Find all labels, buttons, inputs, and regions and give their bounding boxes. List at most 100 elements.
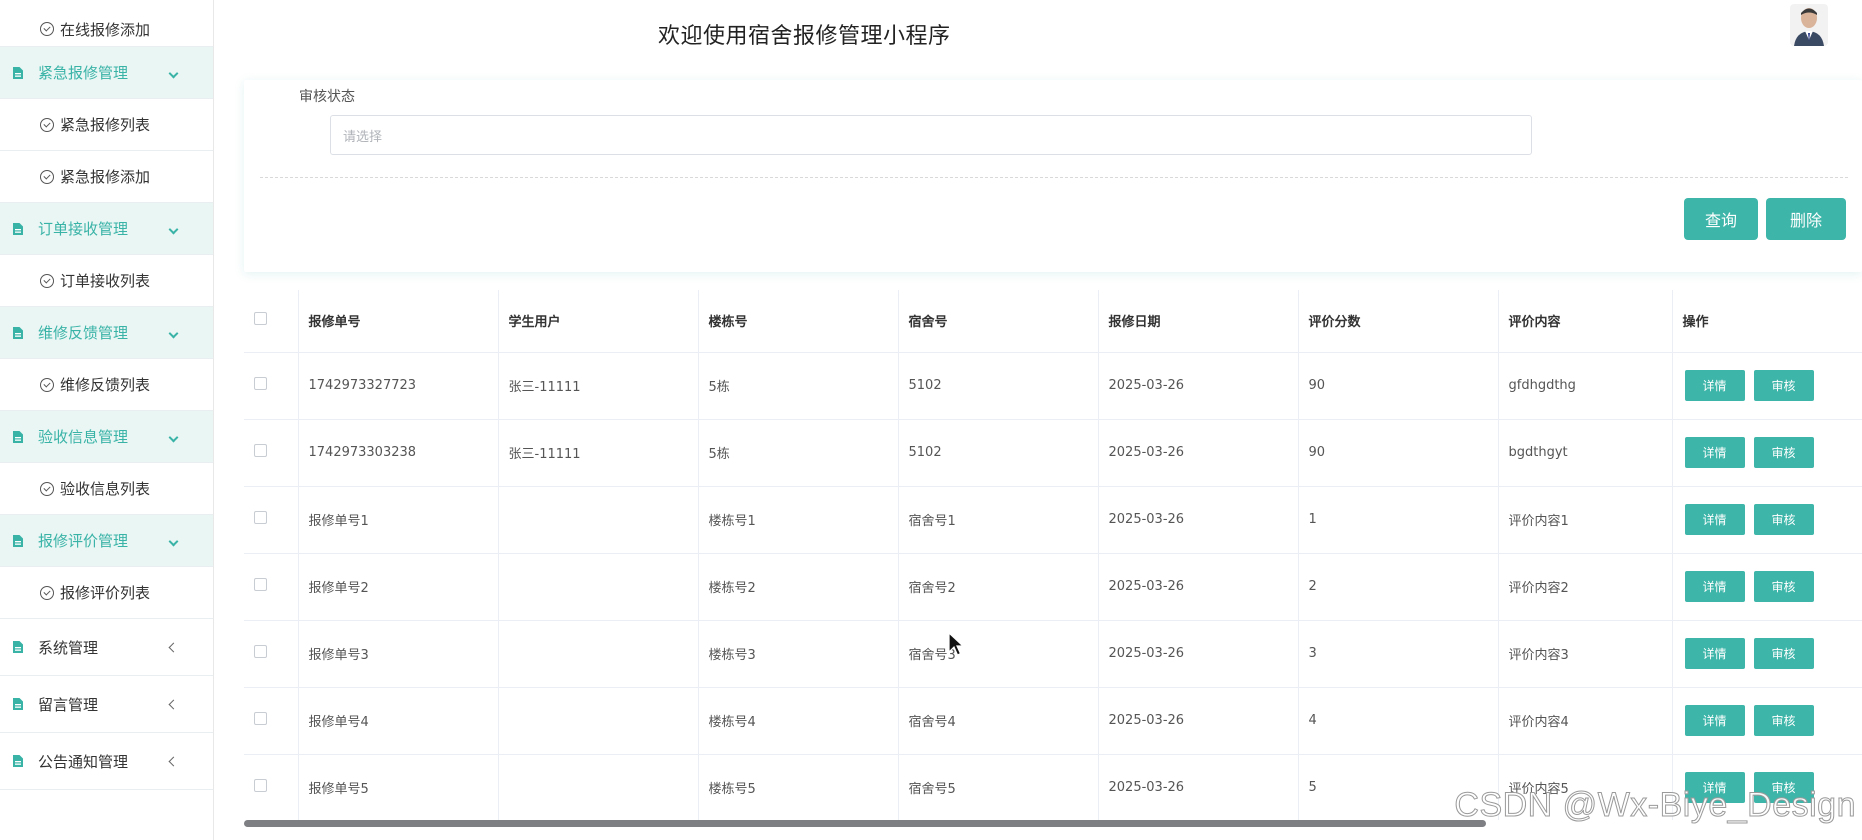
sidebar-group[interactable]: 维修反馈管理 (0, 307, 213, 359)
row-checkbox[interactable] (254, 511, 267, 524)
sidebar-group[interactable]: 紧急报修管理 (0, 47, 213, 99)
sidebar-subitem[interactable]: 紧急报修列表 (0, 99, 213, 151)
cell-date: 2025-03-26 (1098, 620, 1299, 688)
detail-button[interactable]: 详情 (1684, 437, 1745, 468)
sidebar-subitem[interactable]: 紧急报修添加 (0, 151, 213, 203)
cell-room: 宿舍号5 (898, 754, 1099, 820)
sidebar-group[interactable]: 系统管理 (0, 619, 213, 676)
check-circle-icon (40, 117, 54, 132)
check-circle-icon (40, 22, 54, 36)
row-checkbox[interactable] (254, 712, 267, 725)
column-header: 操作 (1672, 290, 1862, 353)
table-row[interactable]: 报修单号1 楼栋号1 宿舍号1 2025-03-26 1 评价内容1 详情 审核 (244, 486, 1862, 554)
audit-button[interactable]: 审核 (1753, 504, 1814, 535)
sidebar-subitem-label: 紧急报修添加 (60, 168, 151, 186)
chevron-left-icon (168, 640, 179, 654)
cell-building: 楼栋号4 (698, 687, 899, 755)
sidebar-item-partial[interactable] (0, 0, 213, 12)
row-select-cell (244, 352, 299, 420)
file-icon (12, 430, 24, 444)
cell-content: 评价内容2 (1498, 553, 1673, 621)
cell-student: 张三-11111 (498, 352, 699, 420)
chevron-down-icon (168, 534, 179, 548)
file-icon (12, 754, 24, 768)
row-select-cell (244, 553, 299, 621)
chevron-left-icon (168, 754, 179, 768)
cell-room: 5102 (898, 419, 1099, 487)
sidebar-group-label: 验收信息管理 (38, 428, 129, 446)
mouse-cursor-icon (948, 632, 964, 656)
cell-date: 2025-03-26 (1098, 687, 1299, 755)
row-checkbox[interactable] (254, 779, 267, 792)
audit-button[interactable]: 审核 (1753, 705, 1814, 736)
sidebar-subitem-label: 在线报修添加 (60, 20, 151, 39)
row-checkbox[interactable] (254, 377, 267, 390)
sidebar-group[interactable]: 留言管理 (0, 676, 213, 733)
row-checkbox[interactable] (254, 444, 267, 457)
cell-date: 2025-03-26 (1098, 553, 1299, 621)
cell-date: 2025-03-26 (1098, 419, 1299, 487)
status-select[interactable]: 请选择 (330, 115, 1532, 155)
sidebar-subitem[interactable]: 维修反馈列表 (0, 359, 213, 411)
row-checkbox[interactable] (254, 578, 267, 591)
detail-button[interactable]: 详情 (1684, 705, 1745, 736)
sidebar-group[interactable]: 验收信息管理 (0, 411, 213, 463)
sidebar-subitem[interactable]: 在线报修添加 (0, 12, 213, 47)
sidebar-group[interactable]: 报修评价管理 (0, 515, 213, 567)
status-select-placeholder: 请选择 (343, 129, 383, 145)
column-header: 楼栋号 (698, 290, 899, 353)
sidebar-subitem[interactable]: 验收信息列表 (0, 463, 213, 515)
cell-content: gfdhgdthg (1498, 352, 1673, 420)
delete-button[interactable]: 删除 (1766, 198, 1846, 240)
chevron-down-icon (168, 66, 179, 80)
cell-room: 宿舍号4 (898, 687, 1099, 755)
sidebar-group[interactable]: 公告通知管理 (0, 733, 213, 790)
chevron-left-icon (168, 697, 179, 711)
table-row[interactable]: 1742973327723 张三-11111 5栋 5102 2025-03-26 90 g… (244, 352, 1862, 420)
cell-order-no: 报修单号2 (298, 553, 499, 621)
select-all-checkbox[interactable] (254, 312, 267, 326)
audit-button[interactable]: 审核 (1753, 370, 1814, 401)
top-header: 欢迎使用宿舍报修管理小程序 (214, 0, 1862, 66)
sidebar-subitem-label: 维修反馈列表 (60, 376, 151, 394)
sidebar-subitem-label: 紧急报修列表 (60, 116, 151, 134)
data-table: 报修单号 学生用户 楼栋号 宿舍号 报修日期 评价分数 评价内容 操作 17429733277… (244, 290, 1862, 820)
audit-button[interactable]: 审核 (1753, 638, 1814, 669)
chevron-down-icon (168, 326, 179, 340)
sidebar-group-label: 订单接收管理 (38, 220, 129, 238)
status-filter-label: 审核状态 (299, 89, 355, 105)
user-avatar[interactable] (1790, 4, 1828, 46)
cell-room: 宿舍号1 (898, 486, 1099, 554)
horizontal-scrollbar[interactable] (244, 820, 1486, 827)
detail-button[interactable]: 详情 (1684, 504, 1745, 535)
cell-score: 2 (1298, 553, 1499, 621)
search-divider (260, 177, 1848, 178)
cell-date: 2025-03-26 (1098, 754, 1299, 820)
table-row[interactable]: 1742973303238 张三-11111 5栋 5102 2025-03-26 90 b… (244, 419, 1862, 487)
sidebar-group[interactable]: 订单接收管理 (0, 203, 213, 255)
sidebar-subitem[interactable]: 订单接收列表 (0, 255, 213, 307)
sidebar-subitem[interactable]: 报修评价列表 (0, 567, 213, 619)
chevron-down-icon (168, 430, 179, 444)
avatar-image (1790, 4, 1828, 46)
cell-content: 评价内容4 (1498, 687, 1673, 755)
table-row[interactable]: 报修单号4 楼栋号4 宿舍号4 2025-03-26 4 评价内容4 详情 审核 (244, 687, 1862, 755)
table-row[interactable]: 报修单号3 楼栋号3 宿舍号3 2025-03-26 3 评价内容3 详情 审核 (244, 620, 1862, 688)
check-circle-icon (40, 273, 54, 288)
file-icon (12, 534, 24, 548)
detail-button[interactable]: 详情 (1684, 638, 1745, 669)
detail-button[interactable]: 详情 (1684, 370, 1745, 401)
row-checkbox[interactable] (254, 645, 267, 658)
cell-content: bgdthgyt (1498, 419, 1673, 487)
detail-button[interactable]: 详情 (1684, 571, 1745, 602)
row-select-cell (244, 620, 299, 688)
table-row[interactable]: 报修单号2 楼栋号2 宿舍号2 2025-03-26 2 评价内容2 详情 审核 (244, 553, 1862, 621)
cell-student (498, 754, 699, 820)
cell-room: 宿舍号2 (898, 553, 1099, 621)
data-table-container: 报修单号 学生用户 楼栋号 宿舍号 报修日期 评价分数 评价内容 操作 17429733277… (244, 290, 1862, 820)
audit-button[interactable]: 审核 (1753, 571, 1814, 602)
audit-button[interactable]: 审核 (1753, 437, 1814, 468)
page-title: 欢迎使用宿舍报修管理小程序 (658, 24, 951, 49)
query-button[interactable]: 查询 (1684, 198, 1758, 240)
row-select-cell (244, 754, 299, 820)
